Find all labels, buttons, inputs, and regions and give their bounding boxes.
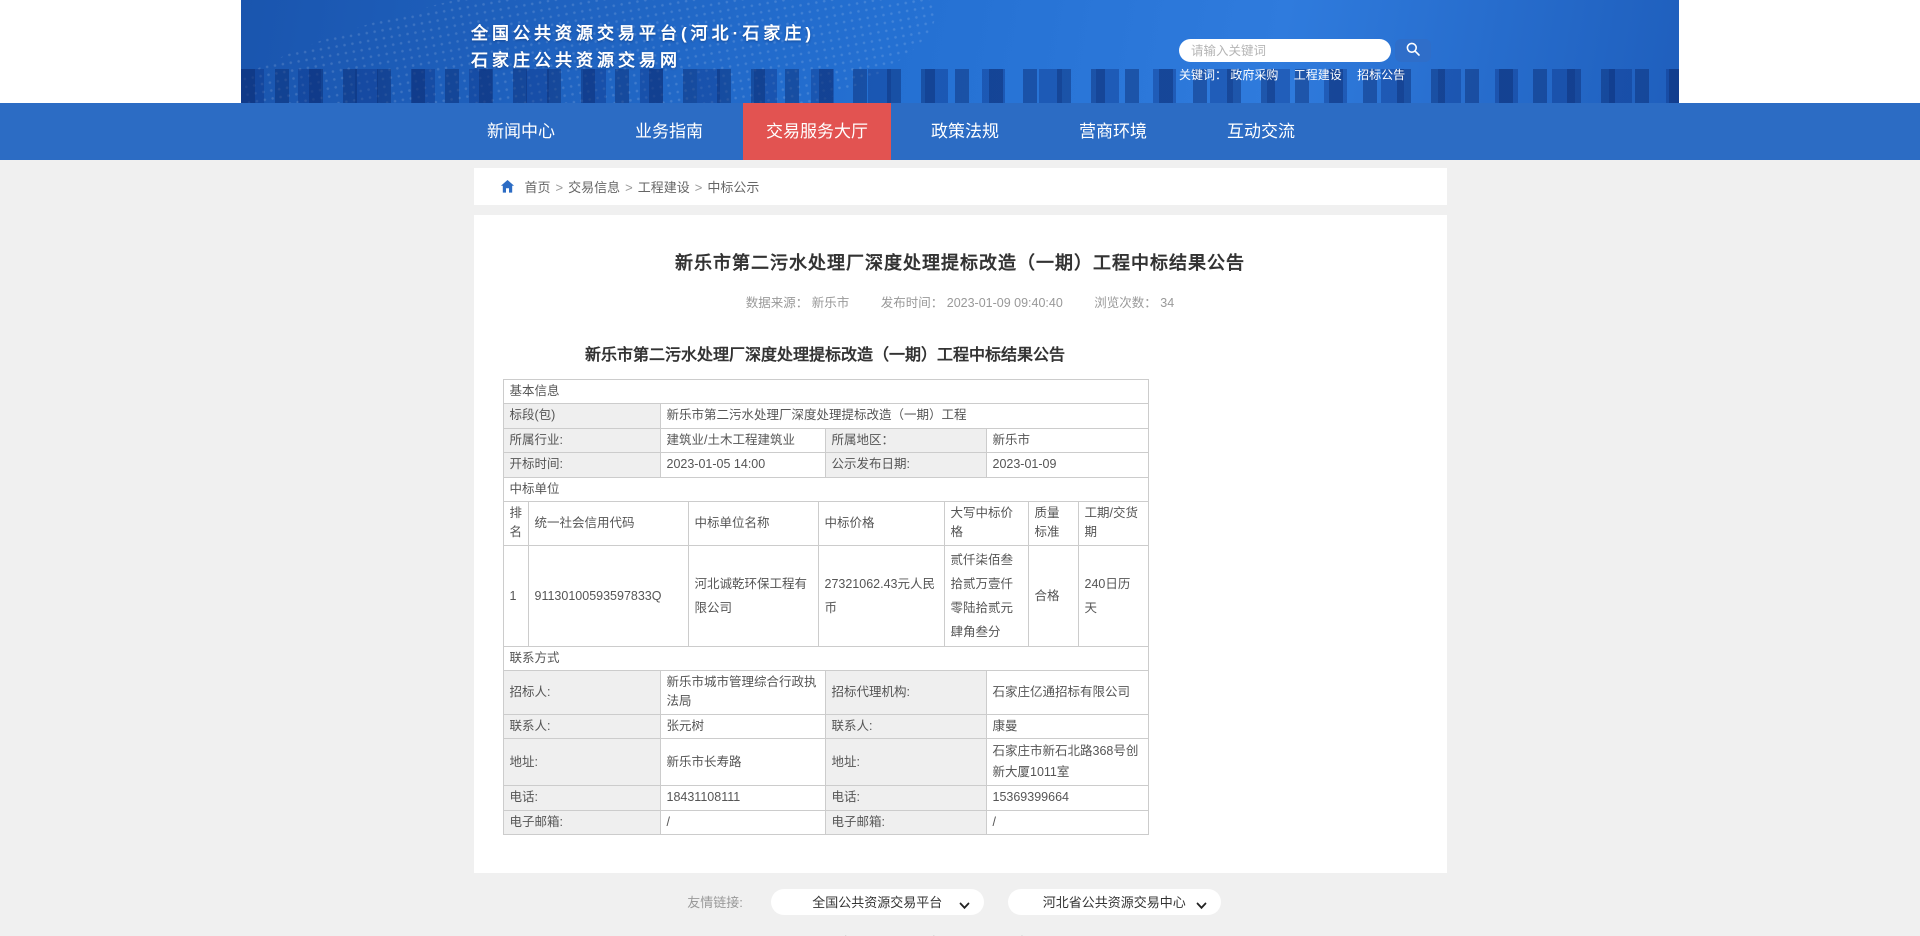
table-label-cell: 电子邮箱: [824,809,987,835]
home-icon [500,179,515,194]
table-value-cell: 康曼 [985,713,1149,740]
main-navbar: 新闻中心 业务指南 交易服务大厅 政策法规 营商环境 互动交流 [0,103,1920,160]
table-label-cell: 联系人: [502,713,661,740]
basic-info-table: 基本信息 标段(包) 新乐市第二污水处理厂深度处理提标改造（一期）工程 所属行业… [502,378,1149,478]
table-label-cell: 所属地区： [824,427,987,454]
search-icon [1405,41,1421,60]
table-value-cell: 新乐市城市管理综合行政执法局 [659,670,826,715]
cell-rank: 1 [502,544,529,647]
site-banner: 全国公共资源交易平台(河北·石家庄) 石家庄公共资源交易网 关键词： 政府采购 [241,0,1679,103]
table-value-cell: 新乐市 [985,427,1149,454]
table-section-basic: 基本信息 [502,378,1149,405]
nav-item-interaction[interactable]: 互动交流 [1187,103,1335,160]
cell-company: 河北诚乾环保工程有限公司 [687,544,819,647]
col-header-company: 中标单位名称 [687,500,819,546]
friend-link-select-national-value: 全国公共资源交易平台 [812,895,943,911]
table-label-cell: 地址: [502,738,661,787]
breadcrumb-award-notice[interactable]: 中标公示 [707,180,759,195]
keyword-link-engineering[interactable]: 工程建设 [1294,68,1342,82]
table-label-cell: 公示发布日期: [824,452,987,478]
keyword-link-gov-procurement[interactable]: 政府采购 [1230,68,1278,82]
nav-item-trading-hall[interactable]: 交易服务大厅 [743,103,891,160]
table-value-cell: 新乐市第二污水处理厂深度处理提标改造（一期）工程 [659,403,1149,429]
chevron-down-icon [959,898,970,913]
table-value-cell: / [985,809,1149,835]
table-section-winner: 中标单位 [502,476,1149,502]
cell-price-caps: 贰仟柒佰叁拾贰万壹仟零陆拾贰元肆角叁分 [943,544,1029,647]
chevron-down-icon [1196,898,1207,913]
table-value-cell: 张元树 [659,713,826,740]
breadcrumb-engineering[interactable]: 工程建设 [638,180,690,195]
col-header-price-caps: 大写中标价格 [943,500,1029,546]
meta-source: 数据来源： 新乐市 [745,296,850,310]
table-label-cell: 电子邮箱: [502,809,661,835]
friend-links-label: 友情链接: [687,895,743,911]
table-label-cell: 联系人: [824,713,987,740]
table-label-cell: 标段(包) [502,403,661,429]
breadcrumb-separator: > [625,180,633,195]
breadcrumb-trade-info[interactable]: 交易信息 [568,180,620,195]
table-section-contact: 联系方式 [502,645,1149,672]
site-title-line2: 石家庄公共资源交易网 [471,51,681,71]
keyword-link-tender-notice[interactable]: 招标公告 [1357,68,1405,82]
table-value-cell: 石家庄亿通招标有限公司 [985,670,1149,715]
table-value-cell: 石家庄市新石北路368号创新大厦1011室 [985,738,1149,787]
content-card: 新乐市第二污水处理厂深度处理提标改造（一期）工程中标结果公告 数据来源： 新乐市… [473,215,1447,873]
table-label-cell: 电话: [502,785,661,811]
cell-price: 27321062.43元人民币 [817,544,945,647]
meta-view-count: 浏览次数： 34 [1094,296,1175,310]
search-input[interactable] [1179,39,1391,62]
table-label-cell: 招标代理机构: [824,670,987,715]
site-title-line1: 全国公共资源交易平台(河北·石家庄) [471,24,815,43]
top-area: 全国公共资源交易平台(河北·石家庄) 石家庄公共资源交易网 关键词： 政府采购 [0,0,1920,103]
nav-list: 新闻中心 业务指南 交易服务大厅 政策法规 营商环境 互动交流 [241,103,1679,160]
nav-item-policy[interactable]: 政策法规 [891,103,1039,160]
document-title: 新乐市第二污水处理厂深度处理提标改造（一期）工程中标结果公告 [584,347,1065,364]
winner-table: 中标单位 排名 统一社会信用代码 中标单位名称 中标价格 大写中标价格 质量标准… [502,476,1149,647]
table-value-cell: 新乐市长寿路 [659,738,826,787]
nav-item-guide[interactable]: 业务指南 [595,103,743,160]
col-header-credit-code: 统一社会信用代码 [527,500,689,546]
article-title: 新乐市第二污水处理厂深度处理提标改造（一期）工程中标结果公告 [675,253,1245,273]
article-meta: 数据来源： 新乐市 发布时间： 2023-01-09 09:40:40 浏览次数… [474,292,1447,311]
page-footer: 友情链接: 全国公共资源交易平台 河北省公共资源交易中心 门户网站 │ 联系我们… [0,888,1920,936]
breadcrumb-home[interactable]: 首页 [525,180,551,195]
table-value-cell: / [659,809,826,835]
table-value-cell: 2023-01-05 14:00 [659,452,826,478]
table-label-cell: 电话: [824,785,987,811]
search-button[interactable] [1395,39,1431,62]
hot-keywords-label: 关键词： [1179,68,1228,82]
col-header-quality: 质量标准 [1027,500,1079,546]
col-header-rank: 排名 [502,500,529,546]
col-header-price: 中标价格 [817,500,945,546]
breadcrumb-bar: 首页 > 交易信息 > 工程建设 > 中标公示 [473,168,1447,205]
table-label-cell: 开标时间: [502,452,661,478]
cell-credit-code: 91130100593597833Q [527,544,689,647]
friend-links-row: 友情链接: 全国公共资源交易平台 河北省公共资源交易中心 [0,888,1920,915]
cell-duration: 240日历天 [1077,544,1149,647]
nav-item-news[interactable]: 新闻中心 [447,103,595,160]
breadcrumb-separator: > [555,180,564,195]
breadcrumb: 首页 > 交易信息 > 工程建设 > 中标公示 [525,177,760,196]
friend-link-select-hebei[interactable]: 河北省公共资源交易中心 [1007,888,1221,915]
contact-table: 联系方式 招标人: 新乐市城市管理综合行政执法局 招标代理机构: 石家庄亿通招标… [502,645,1149,835]
hot-keywords: 关键词： 政府采购 工程建设 招标公告 [1179,66,1417,83]
document-body: 新乐市第二污水处理厂深度处理提标改造（一期）工程中标结果公告 基本信息 标段(包… [502,341,1149,835]
table-label-cell: 地址: [824,738,987,787]
col-header-duration: 工期/交货期 [1077,500,1149,546]
friend-link-select-national[interactable]: 全国公共资源交易平台 [770,888,984,915]
cell-quality: 合格 [1027,544,1079,647]
site-title: 全国公共资源交易平台(河北·石家庄) 石家庄公共资源交易网 [471,20,815,74]
table-value-cell: 建筑业/土木工程建筑业 [659,427,826,454]
nav-item-business-env[interactable]: 营商环境 [1039,103,1187,160]
winner-row: 1 91130100593597833Q 河北诚乾环保工程有限公司 273210… [502,544,1149,647]
breadcrumb-separator: > [694,180,703,195]
table-value-cell: 2023-01-09 [985,452,1149,478]
friend-link-select-hebei-value: 河北省公共资源交易中心 [1042,895,1186,911]
meta-publish-time: 发布时间： 2023-01-09 09:40:40 [880,296,1063,310]
table-value-cell: 18431108111 [659,785,826,811]
table-label-cell: 招标人: [502,670,661,715]
table-value-cell: 15369399664 [985,785,1149,811]
table-label-cell: 所属行业: [502,427,661,454]
